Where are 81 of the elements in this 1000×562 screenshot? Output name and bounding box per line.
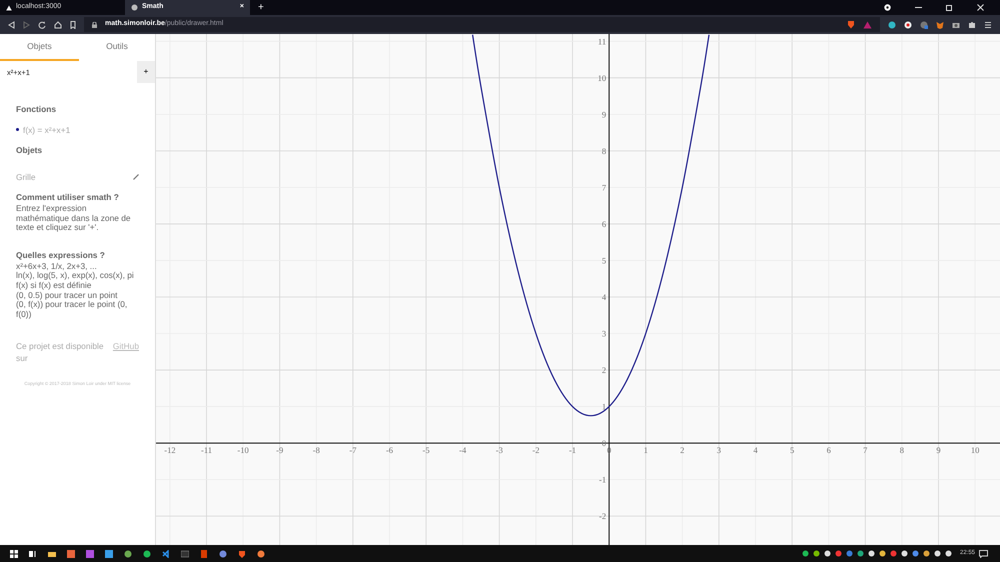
tick-label: -3 — [496, 445, 503, 456]
tick-label: 9 — [602, 109, 606, 120]
close-icon[interactable] — [977, 4, 984, 11]
tick-label: -2 — [599, 511, 606, 522]
tick-label: -10 — [237, 445, 249, 456]
app-icon[interactable] — [200, 550, 208, 558]
profile-icon[interactable] — [884, 4, 891, 11]
tick-label: -2 — [532, 445, 540, 456]
puzzle-icon[interactable] — [968, 20, 976, 28]
footer-text: Ce projet est disponible sur — [16, 340, 105, 365]
app-icon[interactable] — [86, 550, 94, 558]
bookmark-icon[interactable] — [70, 20, 76, 28]
tick-label: 7 — [602, 182, 606, 192]
back-icon[interactable] — [8, 20, 15, 28]
triangle-icon — [6, 4, 12, 10]
help-heading: Comment utiliser smath ? — [16, 191, 120, 204]
tick-label: 5 — [790, 445, 794, 456]
tick-label: 10 — [598, 72, 606, 83]
tick-label: 5 — [602, 255, 606, 266]
start-icon[interactable] — [10, 550, 18, 558]
tick-label: -1 — [599, 474, 606, 485]
tick-label: -4 — [459, 445, 466, 456]
tick-label: 10 — [970, 445, 980, 456]
lock-icon — [92, 22, 97, 28]
help-text: ln(x), log(5, x), exp(x), cos(x), pi — [16, 271, 135, 281]
tick-label: 9 — [936, 445, 941, 456]
tick-label: 3 — [716, 445, 722, 456]
tick-label: 2 — [602, 365, 606, 376]
record-icon[interactable] — [904, 20, 912, 28]
sidebar-tab[interactable]: Outils — [78, 34, 155, 61]
tick-label: 6 — [826, 445, 831, 456]
tick-label: 1 — [644, 445, 648, 456]
app-icon[interactable] — [124, 550, 132, 558]
globe-icon — [131, 4, 138, 11]
app-icon[interactable] — [104, 550, 112, 558]
triangle-icon[interactable] — [863, 20, 872, 28]
code-editor-icon[interactable] — [162, 550, 170, 558]
tick-label: 11 — [598, 36, 606, 46]
app-icon[interactable] — [256, 550, 264, 558]
terminal-icon[interactable] — [180, 550, 188, 558]
tick-label: -5 — [422, 445, 430, 456]
tick-label: 1 — [602, 402, 606, 412]
menu-icon[interactable] — [984, 20, 992, 28]
reload-icon[interactable] — [38, 20, 46, 28]
camera-icon[interactable] — [952, 20, 960, 28]
tick-label: -12 — [164, 445, 176, 456]
restore-icon[interactable] — [946, 4, 953, 11]
tick-label: 4 — [753, 445, 758, 456]
tick-label: -9 — [276, 445, 284, 456]
tick-label: 3 — [602, 328, 606, 339]
task-view-icon[interactable] — [28, 550, 36, 558]
app-icon[interactable] — [66, 550, 74, 558]
fox-icon[interactable] — [936, 20, 944, 28]
forward-icon[interactable] — [23, 20, 30, 28]
help-text: x²+6x+3, 1/x, 2x+3, ... — [16, 262, 98, 272]
add-button[interactable]: + — [137, 61, 155, 83]
tick-label: 8 — [602, 146, 606, 156]
help-text: (0, 0.5) pour tracer un point — [16, 290, 118, 300]
tick-label: 2 — [680, 445, 684, 456]
tick-label: -8 — [312, 445, 320, 456]
section-heading: Objets — [16, 144, 44, 157]
pencil-icon[interactable] — [133, 174, 139, 180]
notification-icon[interactable] — [979, 550, 988, 558]
help-text: f(x) si f(x) est définie — [16, 280, 92, 291]
tick-label: 7 — [863, 445, 868, 456]
home-icon[interactable] — [54, 20, 62, 28]
globe-icon[interactable] — [920, 20, 928, 28]
help-text: Entrez l'expression mathématique dans la zone de texte et cliquez sur '+'. — [16, 204, 132, 234]
help-heading: Quelles expressions ? — [16, 249, 106, 262]
tick-label: 8 — [900, 445, 904, 456]
tick-label: -6 — [386, 445, 394, 456]
tick-label: 4 — [602, 292, 606, 302]
tick-label: -1 — [568, 445, 576, 456]
tick-label: 6 — [602, 218, 606, 229]
tick-label: -7 — [349, 445, 356, 456]
folder-icon[interactable] — [48, 550, 56, 558]
new-tab-button[interactable]: + — [258, 0, 264, 15]
tick-label: -11 — [201, 445, 212, 456]
minimize-icon[interactable] — [915, 4, 922, 11]
section-heading: Fonctions — [16, 103, 58, 116]
help-text: (0, f(x)) pour tracer le point (0, f(0)) — [16, 300, 128, 320]
